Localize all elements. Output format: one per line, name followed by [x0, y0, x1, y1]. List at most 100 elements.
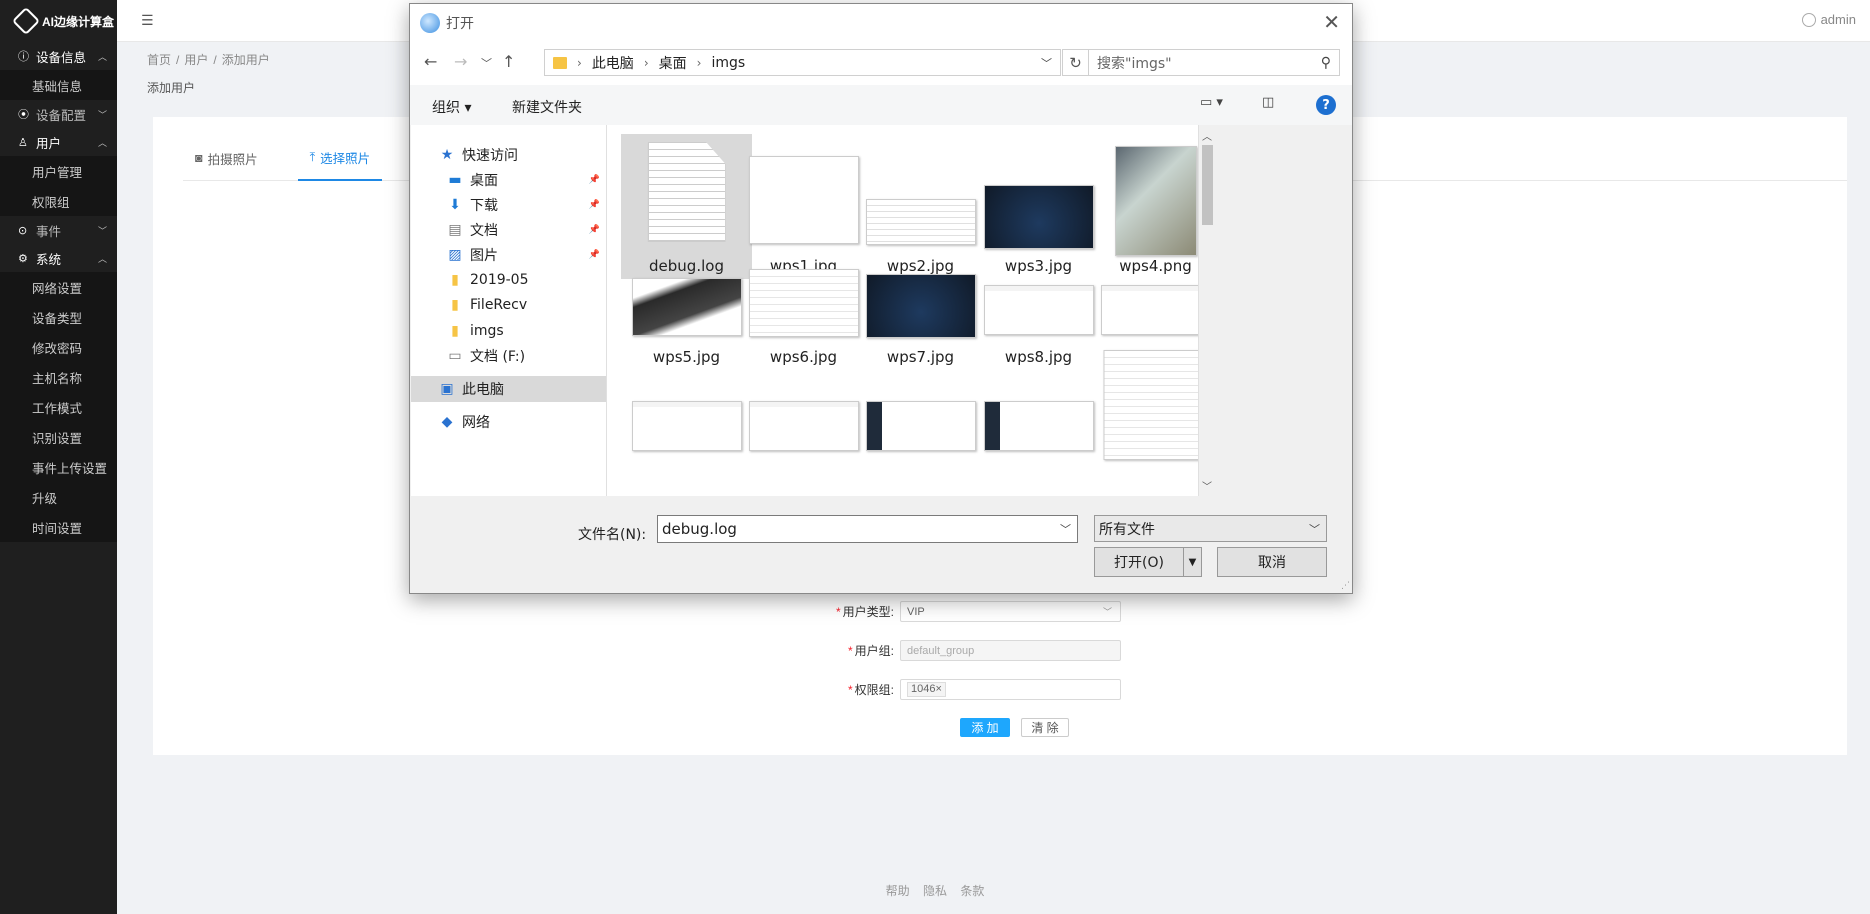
close-icon[interactable]: ✕: [1323, 10, 1340, 34]
open-button[interactable]: 打开(O) ▼: [1094, 547, 1202, 577]
filename-input[interactable]: debug.log ﹀: [657, 515, 1078, 543]
search-input[interactable]: 搜索"imgs" ⚲: [1088, 49, 1340, 76]
nav-item[interactable]: ▨ 图片 📌: [411, 242, 606, 268]
nav-item-label: 文档: [470, 223, 498, 239]
permission-group-select[interactable]: 1046×: [900, 679, 1121, 700]
refresh-icon[interactable]: ↻: [1062, 49, 1089, 76]
tag-close-icon[interactable]: ×: [935, 683, 941, 695]
resize-grip-icon[interactable]: ⋰: [1341, 580, 1350, 591]
breadcrumb-separator: ›: [696, 55, 702, 70]
open-dropdown-icon[interactable]: ▼: [1183, 548, 1201, 576]
back-arrow-icon[interactable]: ←: [424, 52, 437, 71]
sidebar-item[interactable]: 升级: [0, 482, 117, 512]
file-item[interactable]: debug.log: [621, 134, 752, 279]
sidebar-item[interactable]: 工作模式: [0, 392, 117, 422]
app-logo[interactable]: AI边缘计算盒: [0, 0, 117, 42]
chevron-up-icon: ︿: [97, 137, 107, 148]
forward-arrow-icon[interactable]: →: [454, 52, 467, 71]
sidebar-group[interactable]: ⚙ 系统 ︿: [0, 244, 117, 272]
sidebar-group[interactable]: ⊙ 事件 ﹀: [0, 216, 117, 244]
chevron-down-icon[interactable]: ﹀: [1060, 521, 1071, 537]
sidebar-group[interactable]: ⓘ 设备信息 ︿: [0, 42, 117, 70]
sidebar-item[interactable]: 权限组: [0, 186, 117, 216]
file-item[interactable]: [738, 350, 869, 460]
file-item[interactable]: wps3.jpg: [973, 134, 1104, 279]
address-crumb[interactable]: 此电脑: [592, 53, 634, 73]
nav-item[interactable]: ▤ 文档 📌: [411, 217, 606, 243]
user-avatar-icon: [1801, 12, 1816, 27]
sidebar-item[interactable]: 主机名称: [0, 362, 117, 392]
new-folder-button[interactable]: 新建文件夹: [512, 97, 582, 117]
nav-item[interactable]: ▭ 文档 (F:): [411, 343, 606, 369]
breadcrumb-separator: ›: [643, 55, 649, 70]
user-menu[interactable]: admin: [1801, 12, 1856, 27]
sidebar-item[interactable]: 事件上传设置: [0, 452, 117, 482]
recent-chevron-icon[interactable]: ﹀: [481, 55, 492, 71]
nav-item[interactable]: ▮ FileRecv: [411, 292, 606, 318]
chevron-up-icon: ︿: [97, 253, 107, 264]
chevron-down-icon[interactable]: ﹀: [1041, 55, 1052, 71]
clear-button[interactable]: 清 除: [1021, 718, 1069, 737]
file-item[interactable]: wps2.jpg: [855, 134, 986, 279]
thumbnail-image: [748, 156, 859, 244]
picture-icon: ▨: [448, 247, 462, 263]
thumbnail-image: [983, 185, 1094, 249]
file-item[interactable]: wps4.png: [1090, 134, 1198, 279]
dialog-titlebar[interactable]: 打开 ✕: [410, 4, 1352, 41]
help-icon[interactable]: ?: [1316, 95, 1336, 115]
user-group-label: * 用户组:: [847, 644, 894, 658]
thumbnail-image: [748, 401, 859, 451]
nav-item[interactable]: ▣ 此电脑: [411, 376, 606, 402]
preview-pane-icon[interactable]: ◫: [1262, 95, 1274, 110]
thumbnail-image: [631, 278, 742, 336]
file-item[interactable]: [1090, 350, 1198, 460]
nav-item[interactable]: ▬ 桌面 📌: [411, 167, 606, 193]
organize-button[interactable]: 组织 ▾: [432, 97, 471, 117]
drive-icon: ▭: [448, 348, 462, 364]
file-item[interactable]: [855, 350, 986, 460]
sidebar-group[interactable]: ⦿ 设备配置 ﹀: [0, 100, 117, 128]
nav-item[interactable]: ▮ 2019-05: [411, 267, 606, 293]
user-icon: ♙: [18, 136, 28, 149]
sidebar-item[interactable]: 用户管理: [0, 156, 117, 186]
permission-group-label: * 权限组:: [847, 683, 894, 697]
sidebar-item[interactable]: 设备类型: [0, 302, 117, 332]
filetype-select[interactable]: 所有文件 ﹀: [1094, 515, 1327, 542]
up-arrow-icon[interactable]: ↑: [502, 52, 515, 71]
scroll-thumb[interactable]: [1202, 145, 1213, 225]
cancel-button[interactable]: 取消: [1217, 547, 1327, 577]
menu-toggle-icon[interactable]: ☰: [141, 12, 154, 29]
breadcrumb-users[interactable]: 用户: [184, 53, 208, 67]
vertical-scrollbar[interactable]: ︿ ﹀: [1198, 125, 1215, 496]
footer-privacy-link[interactable]: 隐私: [923, 884, 947, 898]
file-item[interactable]: [973, 350, 1104, 460]
view-options-icon[interactable]: ▭ ▾: [1200, 95, 1223, 110]
filename-label: 文件名(N):: [578, 527, 647, 543]
user-type-select[interactable]: VIP ﹀: [900, 601, 1121, 622]
add-button[interactable]: 添 加: [960, 718, 1010, 737]
scroll-down-icon[interactable]: ﹀: [1202, 478, 1212, 493]
address-crumb[interactable]: imgs: [711, 55, 745, 71]
footer-help-link[interactable]: 帮助: [886, 884, 910, 898]
download-icon: ⬇: [449, 197, 461, 213]
nav-item[interactable]: ⬇ 下载 📌: [411, 192, 606, 218]
sidebar-group-label: 系统: [36, 252, 62, 267]
sidebar-item[interactable]: 识别设置: [0, 422, 117, 452]
sidebar-item[interactable]: 基础信息: [0, 70, 117, 100]
sidebar-group[interactable]: ♙ 用户 ︿: [0, 128, 117, 156]
tab-take-photo[interactable]: ◙ 拍摄照片: [183, 135, 270, 181]
sidebar-item[interactable]: 修改密码: [0, 332, 117, 362]
address-crumb[interactable]: 桌面: [659, 53, 687, 73]
address-bar[interactable]: › 此电脑 › 桌面 › imgs ﹀: [544, 49, 1061, 76]
nav-item[interactable]: ◆ 网络: [411, 409, 606, 435]
file-item[interactable]: [621, 350, 752, 460]
footer-terms-link[interactable]: 条款: [960, 884, 984, 898]
scroll-up-icon[interactable]: ︿: [1202, 128, 1212, 143]
sidebar-item[interactable]: 时间设置: [0, 512, 117, 542]
nav-item[interactable]: ▮ imgs: [411, 318, 606, 344]
tab-select-photo[interactable]: ⤒ 选择照片: [297, 135, 383, 181]
nav-item[interactable]: ★ 快速访问: [411, 142, 606, 168]
breadcrumb-home[interactable]: 首页: [147, 53, 171, 67]
sidebar-item[interactable]: 网络设置: [0, 272, 117, 302]
file-item[interactable]: wps1.jpg: [738, 134, 869, 279]
